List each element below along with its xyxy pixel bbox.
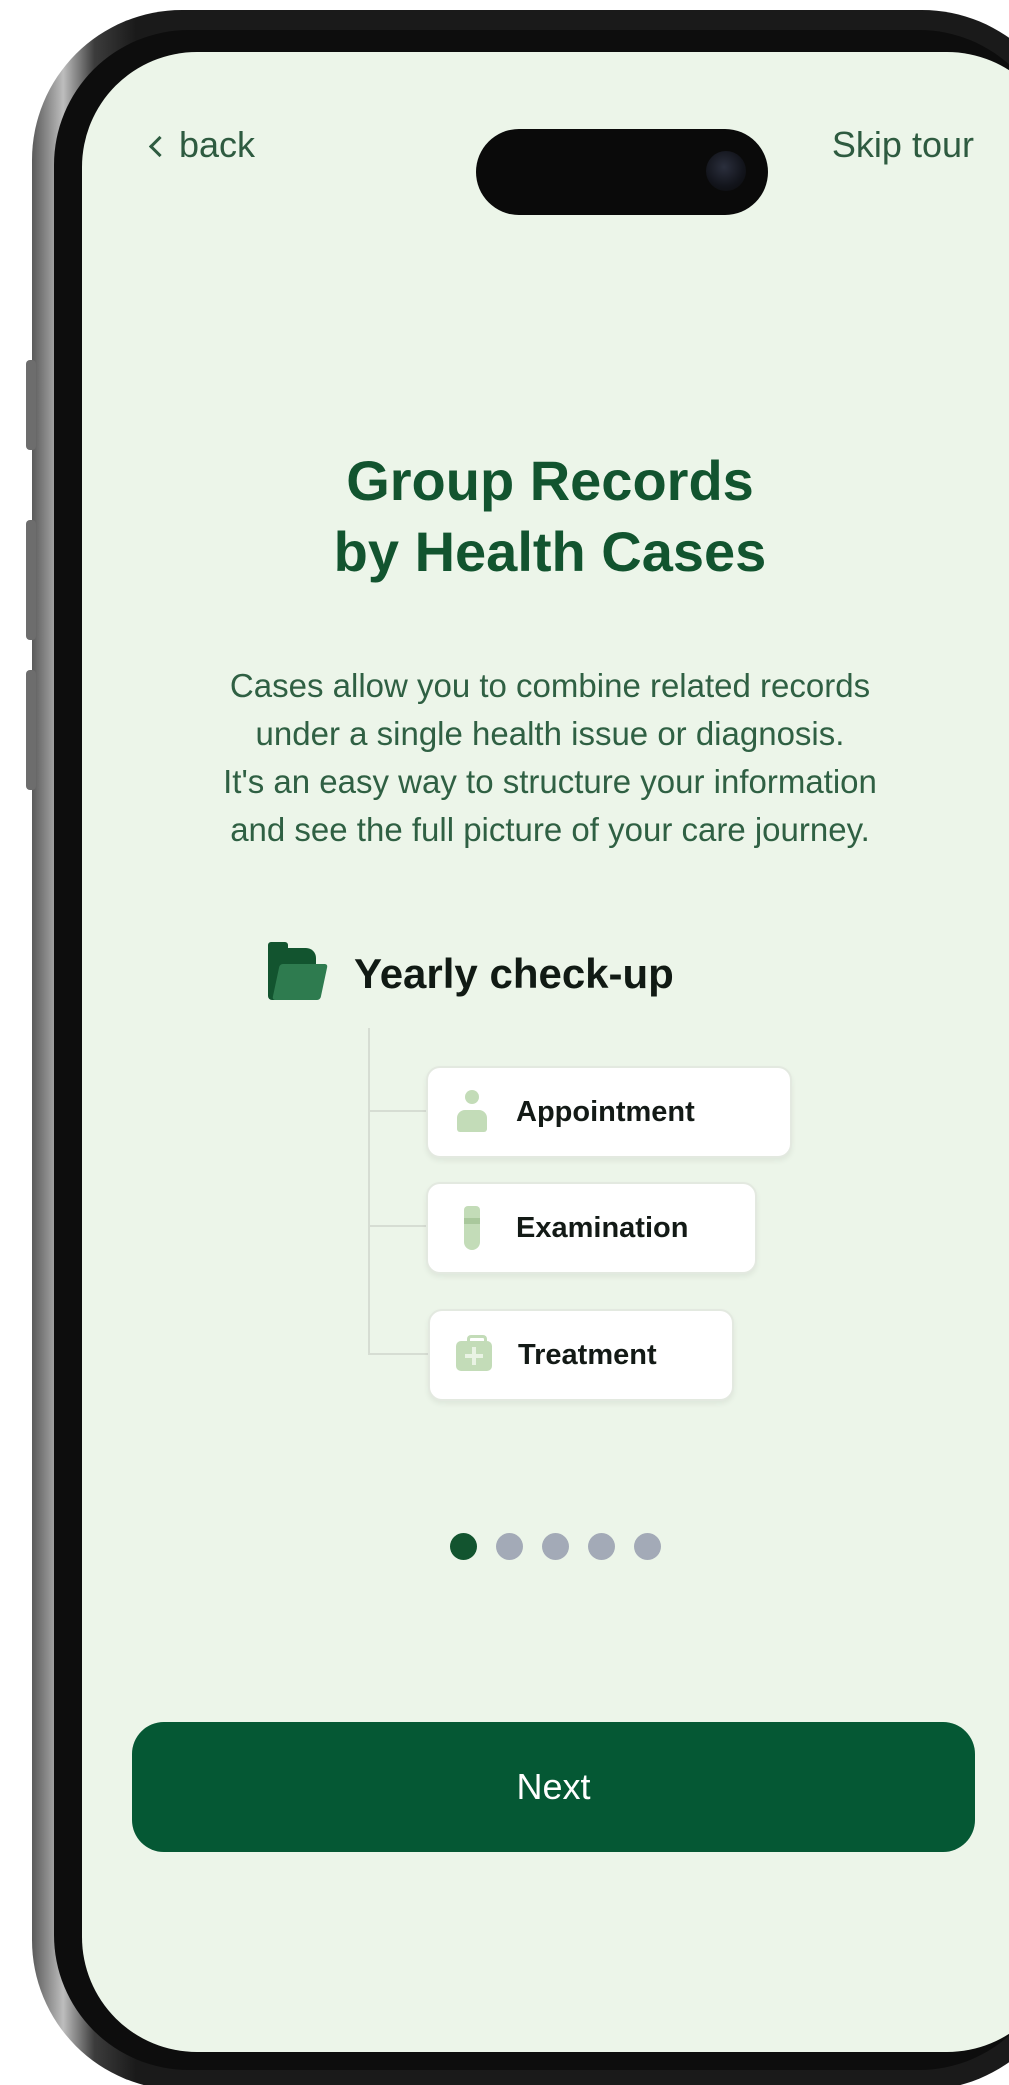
onboarding-title: Group Records by Health Cases [250, 445, 850, 587]
record-card-appointment[interactable]: Appointment [426, 1066, 792, 1158]
record-label: Treatment [518, 1338, 657, 1371]
title-line: Group Records [346, 449, 754, 512]
tree-connector [368, 1028, 370, 1354]
side-button-volume-down [26, 670, 36, 790]
description-line: and see the full picture of your care jo… [230, 811, 870, 848]
record-card-treatment[interactable]: Treatment [428, 1309, 734, 1401]
page-dot [634, 1533, 661, 1560]
folder-icon [268, 942, 328, 1000]
tree-branch [368, 1225, 428, 1227]
chevron-left-icon [148, 135, 171, 157]
record-label: Appointment [516, 1095, 695, 1128]
page-dot [496, 1533, 523, 1560]
tree-branch [368, 1110, 428, 1112]
case-label: Yearly check-up [354, 950, 674, 997]
medical-kit-icon [456, 1333, 492, 1377]
front-camera [706, 151, 746, 191]
record-label: Examination [516, 1211, 689, 1244]
test-tube-icon [454, 1206, 490, 1250]
page-dot [542, 1533, 569, 1560]
device-mockup: back Skip tour Group Records by Health C… [0, 0, 1009, 2085]
tree-branch [368, 1353, 428, 1355]
side-button-volume-up [26, 520, 36, 640]
description-line: It's an easy way to structure your infor… [223, 763, 877, 800]
dynamic-island [476, 129, 768, 215]
next-button[interactable]: Next [132, 1722, 975, 1852]
description-line: Cases allow you to combine related recor… [229, 667, 871, 704]
title-line: by Health Cases [333, 520, 767, 583]
page-indicator [450, 1533, 680, 1560]
page-dot-active [450, 1533, 477, 1560]
back-label: back [179, 124, 256, 165]
description-line: under a single health issue or diagnosis… [255, 715, 845, 752]
page-dot [588, 1533, 615, 1560]
person-icon [454, 1090, 490, 1134]
record-card-examination[interactable]: Examination [426, 1182, 757, 1274]
side-button-action [26, 360, 36, 450]
onboarding-description: Cases allow you to combine related recor… [120, 662, 980, 854]
skip-tour-button[interactable]: Skip tour [832, 124, 974, 166]
back-button[interactable]: back [148, 124, 256, 166]
case-header: Yearly check-up [268, 942, 674, 1000]
